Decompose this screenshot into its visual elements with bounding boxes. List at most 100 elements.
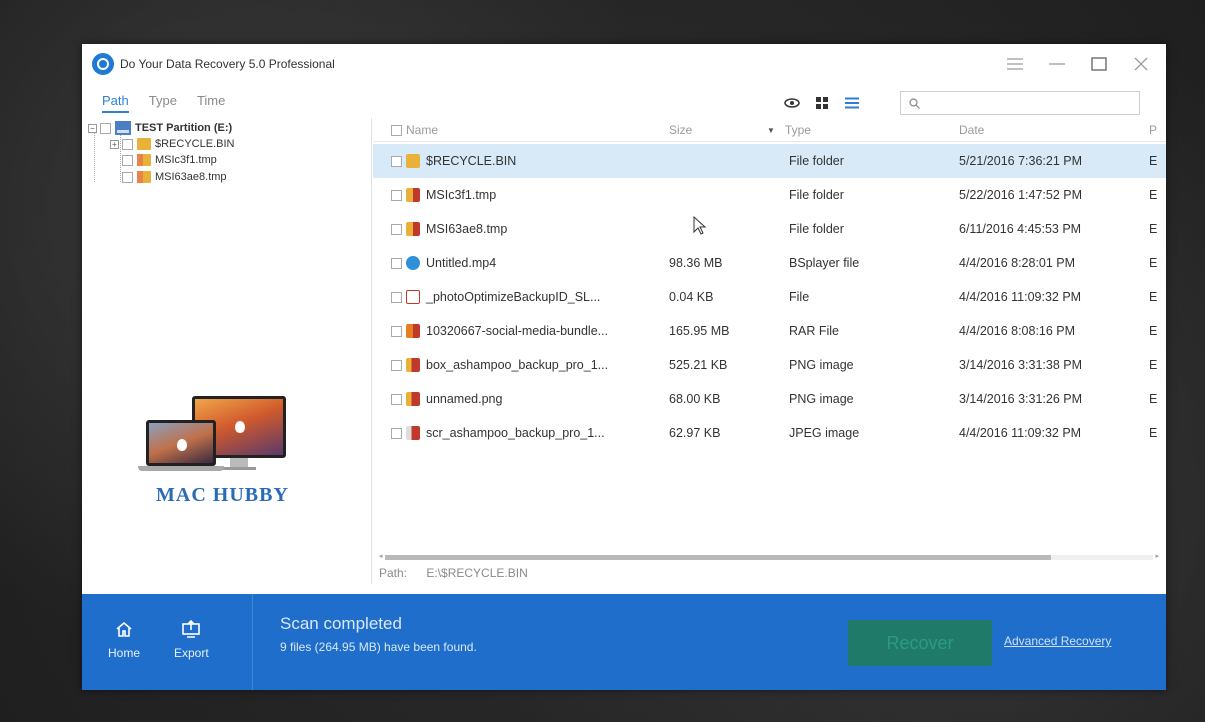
- row-name-cell: Untitled.mp4: [391, 256, 661, 270]
- table-row[interactable]: unnamed.png 68.00 KB PNG image 3/14/2016…: [373, 382, 1166, 416]
- row-checkbox[interactable]: [391, 189, 402, 201]
- row-checkbox[interactable]: [391, 427, 402, 439]
- row-name-cell: MSIc3f1.tmp: [391, 188, 661, 202]
- table-row[interactable]: MSIc3f1.tmp File folder 5/22/2016 1:47:5…: [373, 178, 1166, 212]
- row-date: 3/14/2016 3:31:38 PM: [959, 358, 1083, 372]
- row-name: $RECYCLE.BIN: [426, 154, 517, 168]
- table-row[interactable]: Untitled.mp4 98.36 MB BSplayer file 4/4/…: [373, 246, 1166, 280]
- divider: [252, 594, 253, 690]
- table-row[interactable]: MSI63ae8.tmp File folder 6/11/2016 4:45:…: [373, 212, 1166, 246]
- tree-item-checkbox[interactable]: [122, 138, 133, 150]
- home-icon: [113, 618, 135, 640]
- scroll-left-icon[interactable]: ◂: [379, 552, 383, 560]
- scroll-right-icon[interactable]: ▸: [1155, 552, 1159, 560]
- row-path: E: [1149, 188, 1158, 202]
- column-type-label: Type: [784, 123, 811, 137]
- row-checkbox[interactable]: [391, 155, 402, 167]
- column-path-label: P: [1149, 123, 1158, 137]
- collapse-icon[interactable]: −: [88, 123, 97, 133]
- archive-file-icon: [406, 324, 420, 338]
- column-path[interactable]: P: [1149, 123, 1157, 137]
- row-checkbox[interactable]: [391, 325, 402, 337]
- file-list-panel: Name Size ▼ Type Date P $RECYCLE.BIN Fil…: [373, 118, 1166, 584]
- horizontal-scrollbar[interactable]: ◂ ▸: [379, 552, 1159, 562]
- scan-status-title: Scan completed: [280, 614, 402, 633]
- preview-eye-icon[interactable]: [784, 95, 800, 111]
- row-checkbox[interactable]: [391, 223, 402, 235]
- column-name[interactable]: Name: [391, 123, 438, 137]
- menu-icon[interactable]: [1004, 53, 1026, 75]
- expand-icon[interactable]: +: [110, 139, 119, 149]
- grid-view-icon[interactable]: [814, 95, 830, 111]
- row-type: PNG image: [789, 392, 854, 406]
- row-type: JPEG image: [789, 426, 860, 440]
- tab-path[interactable]: Path: [102, 93, 129, 113]
- tree-item-msic3f1[interactable]: MSIc3f1.tmp: [122, 154, 217, 166]
- recover-button[interactable]: Recover: [848, 620, 992, 666]
- apple-logo-icon: [177, 439, 187, 451]
- column-date[interactable]: Date: [959, 123, 984, 137]
- tree-root[interactable]: − TEST Partition (E:): [88, 121, 232, 135]
- minimize-icon[interactable]: [1046, 53, 1068, 75]
- tree-connector: [94, 132, 95, 182]
- tree-item-checkbox[interactable]: [122, 171, 133, 183]
- row-size: 525.21 KB: [669, 358, 728, 372]
- column-size-label: Size: [669, 123, 693, 137]
- export-label: Export: [174, 646, 209, 660]
- column-name-label: Name: [406, 123, 439, 137]
- search-input[interactable]: [926, 96, 1139, 110]
- row-path: E: [1149, 256, 1158, 270]
- row-type: File folder: [789, 188, 844, 202]
- tree-root-label: TEST Partition (E:): [135, 122, 233, 134]
- table-row[interactable]: box_ashampoo_backup_pro_1... 525.21 KB P…: [373, 348, 1166, 382]
- row-checkbox[interactable]: [391, 359, 402, 371]
- row-size: 62.97 KB: [669, 426, 721, 440]
- table-row[interactable]: _photoOptimizeBackupID_SL... 0.04 KB Fil…: [373, 280, 1166, 314]
- laptop-illustration: [146, 420, 216, 466]
- watermark-logo: MAC HUBBY: [138, 396, 298, 536]
- row-name: box_ashampoo_backup_pro_1...: [426, 358, 609, 372]
- column-type-sort[interactable]: ▼ Type: [767, 123, 811, 137]
- row-checkbox[interactable]: [391, 291, 402, 303]
- row-size: 0.04 KB: [669, 290, 714, 304]
- toolbar: Path Type Time: [82, 90, 1166, 116]
- export-icon: [180, 618, 202, 640]
- row-name: Untitled.mp4: [426, 256, 497, 270]
- video-file-icon: [406, 256, 420, 270]
- select-all-checkbox[interactable]: [391, 124, 402, 136]
- apple-logo-icon: [235, 421, 245, 433]
- tab-type[interactable]: Type: [149, 93, 177, 113]
- column-size[interactable]: Size: [669, 123, 692, 137]
- table-row[interactable]: $RECYCLE.BIN File folder 5/21/2016 7:36:…: [373, 144, 1166, 178]
- tree-root-checkbox[interactable]: [100, 122, 111, 134]
- app-window: Do Your Data Recovery 5.0 Professional P…: [82, 44, 1166, 690]
- tree-item-recycle-bin[interactable]: + $RECYCLE.BIN: [110, 138, 234, 150]
- tmp-folder-icon: [406, 188, 420, 202]
- row-date: 5/21/2016 7:36:21 PM: [959, 154, 1083, 168]
- advanced-recovery-link[interactable]: Advanced Recovery: [1004, 634, 1111, 648]
- close-icon[interactable]: [1130, 53, 1152, 75]
- path-value: E:\$RECYCLE.BIN: [426, 566, 528, 580]
- row-type: PNG image: [789, 358, 854, 372]
- view-tabs: Path Type Time: [102, 93, 225, 113]
- row-path: E: [1149, 392, 1158, 406]
- row-checkbox[interactable]: [391, 393, 402, 405]
- jpeg-file-icon: [406, 426, 420, 440]
- export-button[interactable]: Export: [174, 618, 209, 660]
- tree-item-msi63ae8[interactable]: MSI63ae8.tmp: [122, 171, 227, 183]
- scrollbar-thumb[interactable]: [385, 555, 1051, 560]
- maximize-icon[interactable]: [1088, 53, 1110, 75]
- row-type: RAR File: [789, 324, 840, 338]
- table-row[interactable]: 10320667-social-media-bundle... 165.95 M…: [373, 314, 1166, 348]
- row-name-cell: scr_ashampoo_backup_pro_1...: [391, 426, 661, 440]
- tree-item-label: $RECYCLE.BIN: [155, 138, 235, 150]
- tree-item-checkbox[interactable]: [122, 154, 133, 166]
- list-view-icon[interactable]: [844, 95, 860, 111]
- tab-time[interactable]: Time: [197, 93, 225, 113]
- row-checkbox[interactable]: [391, 257, 402, 269]
- generic-file-icon: [406, 290, 420, 304]
- home-button[interactable]: Home: [108, 618, 140, 660]
- watermark-text: MAC HUBBY: [156, 484, 289, 506]
- table-row[interactable]: scr_ashampoo_backup_pro_1... 62.97 KB JP…: [373, 416, 1166, 450]
- row-name: _photoOptimizeBackupID_SL...: [426, 290, 601, 304]
